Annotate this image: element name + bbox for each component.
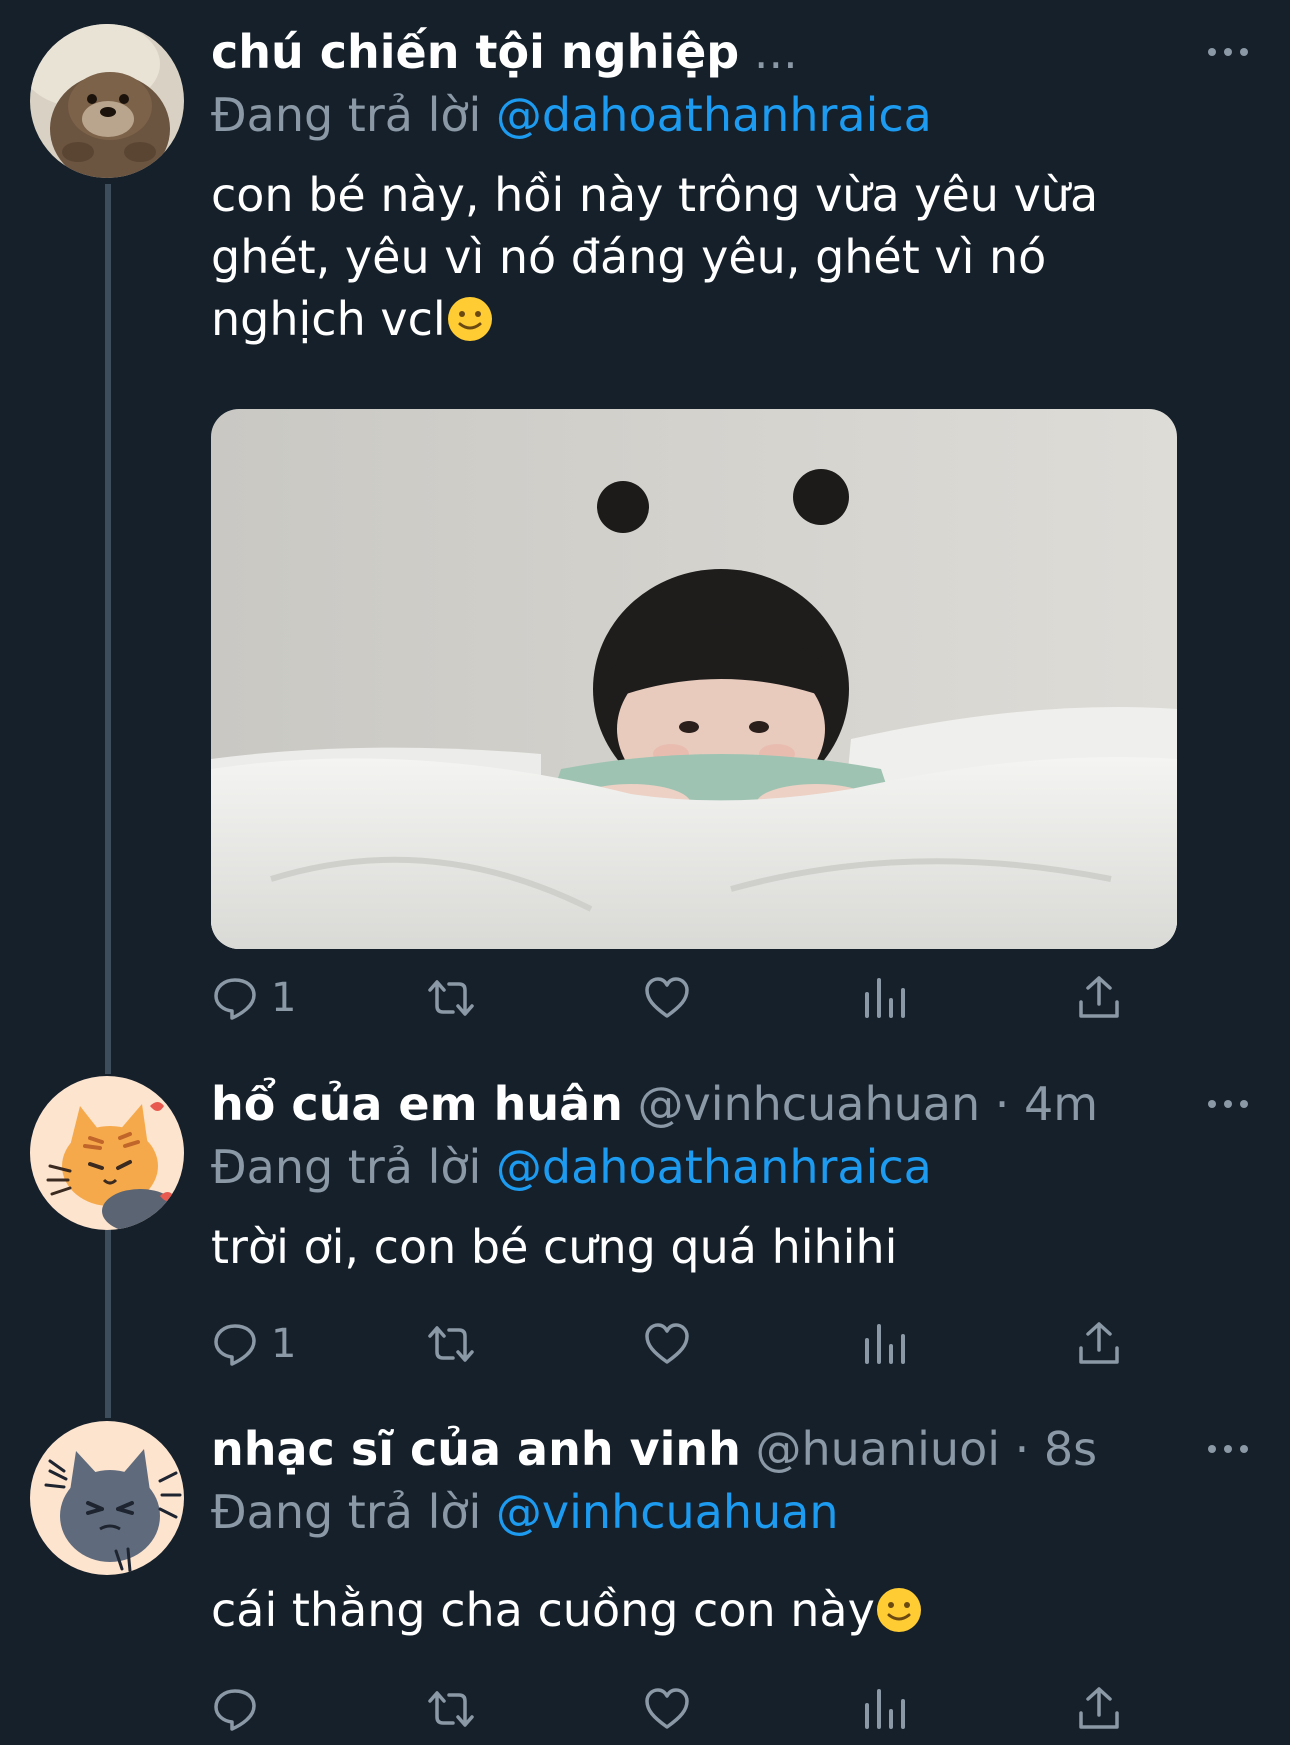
tweet-actions: 1 [211, 1316, 1131, 1372]
slightly-smiling-face-emoji [447, 297, 492, 341]
replying-prefix: Đang trả lời [211, 1140, 482, 1194]
share-icon [1079, 976, 1119, 1018]
tweet-header: hổ của em huân @vinhcuahuan · 4m [211, 1074, 1098, 1134]
handle-meta: @vinhcuahuan · 4m [637, 1077, 1099, 1131]
tweet-media-photo[interactable] [211, 409, 1177, 949]
more-icon[interactable] [1208, 22, 1248, 82]
grey-cat-avatar[interactable] [30, 1421, 184, 1575]
views-button[interactable] [859, 1681, 907, 1737]
like-button[interactable] [643, 1681, 691, 1737]
tweet-1[interactable]: chú chiến tội nghiệp ... Đang trả lời @d… [0, 0, 1290, 1060]
views-icon [865, 1324, 905, 1364]
otter-avatar[interactable] [30, 24, 184, 178]
heart-icon [645, 1688, 689, 1729]
reply-count: 1 [271, 1321, 297, 1367]
handle-meta: ... [753, 25, 798, 79]
tweet-text: trời ơi, con bé cưng quá hihihi [211, 1216, 1211, 1278]
tweet-header: nhạc sĩ của anh vinh @huaniuoi · 8s [211, 1419, 1097, 1479]
replying-to-line: Đang trả lời @vinhcuahuan [211, 1482, 839, 1542]
tweet-2[interactable]: hổ của em huân @vinhcuahuan · 4m Đang tr… [0, 1052, 1290, 1392]
retweet-button[interactable] [427, 1681, 475, 1737]
tweet-text-content: trời ơi, con bé cưng quá hihihi [211, 1220, 898, 1274]
reply-icon [214, 1324, 256, 1366]
tweet-3[interactable]: nhạc sĩ của anh vinh @huaniuoi · 8s Đang… [0, 1397, 1290, 1745]
replying-prefix: Đang trả lời [211, 88, 482, 142]
display-name[interactable]: hổ của em huân [211, 1077, 623, 1131]
replying-to-line: Đang trả lời @dahoathanhraica [211, 1137, 932, 1197]
reply-button[interactable] [211, 1681, 271, 1737]
reply-mention-link[interactable]: @dahoathanhraica [496, 1140, 932, 1194]
reply-count: 1 [271, 975, 297, 1021]
tweet-text: con bé này, hồi này trông vừa yêu vừa gh… [211, 164, 1211, 350]
retweet-icon [428, 1326, 474, 1362]
display-name[interactable]: chú chiến tội nghiệp [211, 25, 739, 79]
tweet-text-content: con bé này, hồi này trông vừa yêu vừa gh… [211, 168, 1099, 346]
heart-icon [645, 977, 689, 1018]
tweet-actions: 1 [211, 970, 1131, 1026]
handle-meta: @huaniuoi · 8s [755, 1422, 1098, 1476]
views-button[interactable] [859, 970, 907, 1026]
tweet-header: chú chiến tội nghiệp ... [211, 22, 798, 82]
display-name[interactable]: nhạc sĩ của anh vinh [211, 1422, 741, 1476]
views-icon [865, 1689, 905, 1729]
replying-prefix: Đang trả lời [211, 1485, 482, 1539]
retweet-button[interactable] [427, 1316, 475, 1372]
share-button[interactable] [1075, 1681, 1123, 1737]
share-icon [1079, 1687, 1119, 1729]
like-button[interactable] [643, 970, 691, 1026]
more-icon[interactable] [1208, 1419, 1248, 1479]
retweet-icon [428, 980, 474, 1016]
slightly-smiling-face-emoji [876, 1588, 921, 1632]
more-icon[interactable] [1208, 1074, 1248, 1134]
share-button[interactable] [1075, 1316, 1123, 1372]
tweet-text: cái thằng cha cuồng con này [211, 1579, 1211, 1641]
reply-icon [214, 1689, 256, 1731]
like-button[interactable] [643, 1316, 691, 1372]
reply-mention-link[interactable]: @dahoathanhraica [496, 88, 932, 142]
retweet-button[interactable] [427, 970, 475, 1026]
retweet-icon [428, 1691, 474, 1727]
share-icon [1079, 1322, 1119, 1364]
views-button[interactable] [859, 1316, 907, 1372]
reply-button[interactable]: 1 [211, 970, 296, 1026]
tweet-text-content: cái thằng cha cuồng con này [211, 1583, 875, 1637]
reply-mention-link[interactable]: @vinhcuahuan [496, 1485, 839, 1539]
replying-to-line: Đang trả lời @dahoathanhraica [211, 85, 932, 145]
reply-icon [214, 978, 256, 1020]
share-button[interactable] [1075, 970, 1123, 1026]
reply-button[interactable]: 1 [211, 1316, 296, 1372]
orange-cat-avatar[interactable] [30, 1076, 184, 1230]
heart-icon [645, 1323, 689, 1364]
views-icon [865, 978, 905, 1018]
tweet-actions [211, 1681, 1131, 1737]
